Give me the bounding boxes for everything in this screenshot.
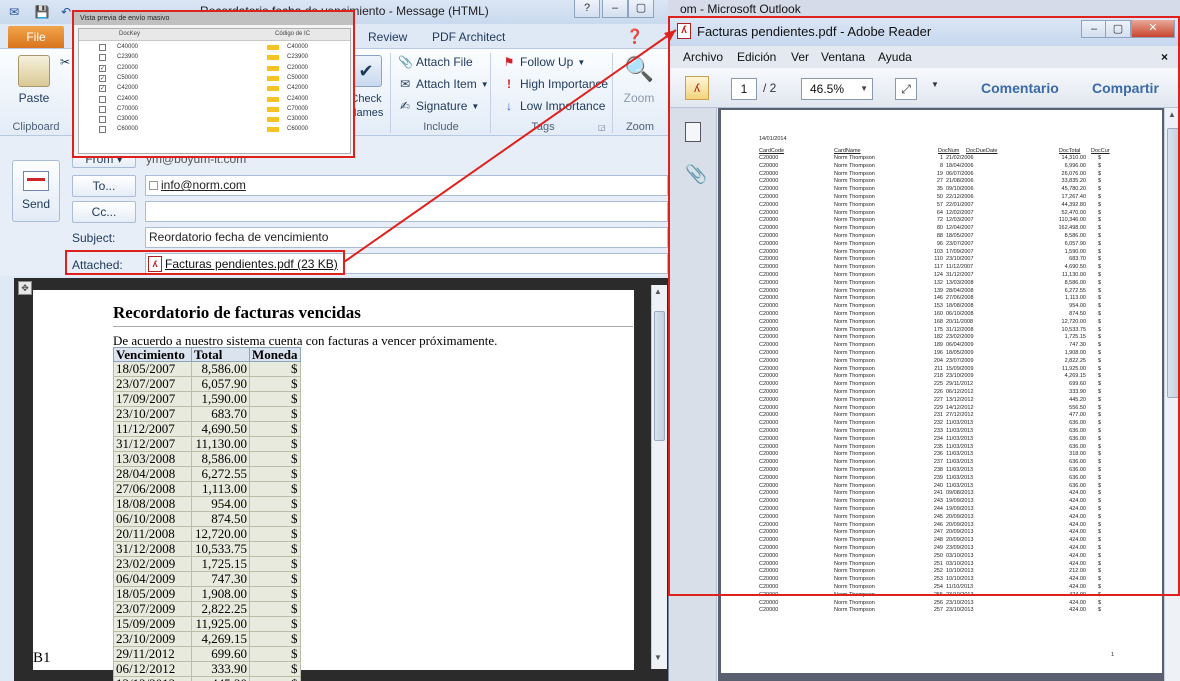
arrowhead-reader bbox=[664, 30, 676, 41]
annotation-arrows bbox=[343, 29, 677, 263]
arrow-attachment-to-reader bbox=[343, 29, 677, 263]
arrow-guide bbox=[345, 150, 355, 262]
